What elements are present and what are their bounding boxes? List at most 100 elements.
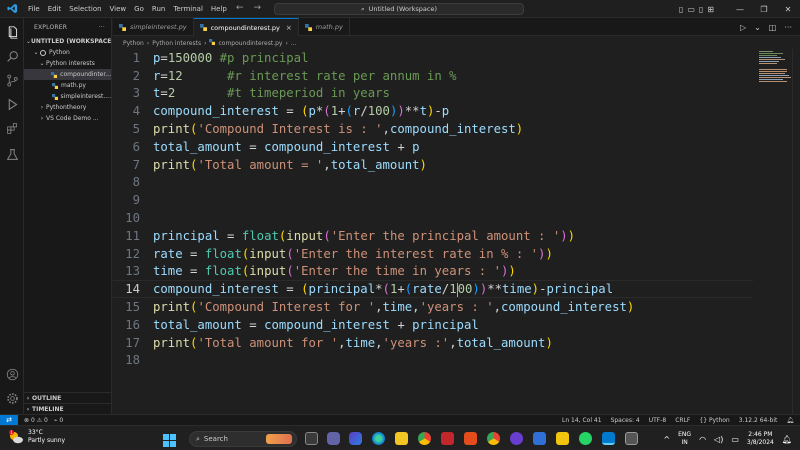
code-editor[interactable]: 1 p=150000 #p principal 2 r=12 #r interest …: [113, 49, 800, 414]
search-icon[interactable]: [4, 48, 20, 64]
cursor-position[interactable]: Ln 14, Col 41: [562, 417, 602, 424]
editor-tab[interactable]: math.py: [299, 18, 350, 36]
code-line[interactable]: 5 print('Compound Interest is : ',compoun…: [113, 120, 753, 138]
calculator-app-icon[interactable]: [533, 432, 546, 445]
maximize-button[interactable]: ❐: [752, 5, 776, 14]
forward-arrow-icon[interactable]: →: [254, 3, 262, 13]
tree-file[interactable]: simpleinterest....: [24, 91, 111, 102]
account-icon[interactable]: [4, 366, 20, 382]
close-icon[interactable]: ×: [286, 24, 292, 32]
snipping-tool-icon[interactable]: [625, 432, 638, 445]
file-encoding[interactable]: UTF-8: [649, 417, 667, 424]
task-view-icon[interactable]: [305, 432, 318, 445]
toggle-panel-icon[interactable]: ▭: [687, 5, 695, 14]
minimize-button[interactable]: —: [728, 5, 752, 14]
code-line[interactable]: 18: [113, 352, 753, 370]
code-line[interactable]: 3 t=2 #t timeperiod in years: [113, 85, 753, 103]
extensions-icon[interactable]: [4, 120, 20, 136]
teams-chat-icon[interactable]: [327, 432, 340, 445]
code-line[interactable]: 13 time = float(input('Enter the time in …: [113, 263, 753, 281]
timeline-section[interactable]: › TIMELINE: [24, 403, 112, 414]
whatsapp-icon[interactable]: [579, 432, 592, 445]
code-line[interactable]: 2 r=12 #r interest rate per annum in %: [113, 67, 753, 85]
run-python-file-icon[interactable]: ▷: [740, 23, 746, 32]
start-windows-icon[interactable]: [163, 432, 176, 447]
code-line[interactable]: 11 principal = float(input('Enter the pri…: [113, 227, 753, 245]
customize-layout-icon[interactable]: ⊞: [707, 5, 714, 14]
source-control-icon[interactable]: [4, 72, 20, 88]
ports-indicator[interactable]: ⌁ 0: [54, 417, 63, 424]
breadcrumb-item[interactable]: Python: [123, 40, 144, 47]
menu-item-go[interactable]: Go: [130, 5, 148, 13]
tree-folder[interactable]: › Pythontheory: [24, 102, 111, 113]
notification-app-icon[interactable]: [510, 432, 523, 445]
toggle-secondary-sidebar-icon[interactable]: ▯: [699, 5, 703, 14]
code-line[interactable]: 9: [113, 191, 753, 209]
minimap[interactable]: [756, 49, 792, 109]
explorer-icon[interactable]: [4, 24, 20, 40]
chrome-profile-icon[interactable]: [487, 432, 500, 445]
tray-chevron-up-icon[interactable]: ^: [663, 435, 670, 444]
remote-indicator-icon[interactable]: ⇄: [0, 414, 18, 426]
split-editor-icon[interactable]: ◫: [769, 23, 777, 32]
code-line[interactable]: 16 total_amount = compound_interest + pri…: [113, 316, 753, 334]
more-actions-icon[interactable]: ···: [784, 23, 792, 32]
wifi-icon[interactable]: ◠: [699, 435, 706, 444]
tree-folder[interactable]: ⌄ UNTITLED (WORKSPACE): [24, 36, 111, 47]
run-dropdown-icon[interactable]: ⌄: [754, 23, 761, 32]
menu-item-selection[interactable]: Selection: [65, 5, 105, 13]
language-mode[interactable]: {} Python: [699, 417, 729, 424]
code-line[interactable]: 10: [113, 209, 753, 227]
toggle-primary-sidebar-icon[interactable]: ▯: [679, 5, 683, 14]
file-explorer-icon[interactable]: [395, 432, 408, 445]
breadcrumb-item[interactable]: compoundinterest.py: [218, 40, 282, 47]
clock[interactable]: 2:46 PM 3/8/2024: [747, 431, 774, 447]
menu-item-edit[interactable]: Edit: [44, 5, 66, 13]
weather-widget[interactable]: 1 33°C Partly sunny: [8, 429, 65, 445]
tree-folder[interactable]: ⌄ Python: [24, 47, 111, 58]
code-line[interactable]: 15 print('Compound Interest for ',time,'y…: [113, 298, 753, 316]
testing-flask-icon[interactable]: [4, 146, 20, 162]
menu-item-file[interactable]: File: [24, 5, 44, 13]
run-debug-icon[interactable]: [4, 96, 20, 112]
tree-folder[interactable]: › VS Code Demo ...: [24, 113, 111, 124]
close-window-button[interactable]: ✕: [776, 5, 800, 14]
explorer-more-icon[interactable]: ···: [99, 24, 105, 31]
menu-item-terminal[interactable]: Terminal: [169, 5, 207, 13]
outline-section[interactable]: › OUTLINE: [24, 392, 112, 403]
code-line[interactable]: 6 total_amount = compound_interest + p: [113, 138, 753, 156]
code-line[interactable]: 4 compound_interest = (p*(1+(r/100))**t)-…: [113, 102, 753, 120]
python-interpreter[interactable]: 3.12.2 64-bit: [739, 417, 778, 424]
end-of-line[interactable]: CRLF: [675, 417, 690, 424]
editor-tab[interactable]: compoundinterest.py ×: [193, 18, 299, 36]
notification-center-icon[interactable]: 🔔︎: [782, 435, 792, 444]
editor-scrollbar[interactable]: [792, 49, 800, 414]
editor-tab[interactable]: simpleinterest.py: [113, 18, 194, 36]
taskbar-search[interactable]: ⌕ Search: [189, 431, 297, 447]
tree-folder[interactable]: ⌄ Python interests: [24, 58, 111, 69]
tree-file[interactable]: compoundinter...: [24, 69, 111, 80]
mcafee-icon[interactable]: [441, 432, 454, 445]
menu-item-help[interactable]: Help: [207, 5, 231, 13]
notifications-bell-icon[interactable]: 🔔︎: [786, 417, 794, 424]
code-line[interactable]: 12 rate = float(input('Enter the interest…: [113, 245, 753, 263]
copilot-icon[interactable]: [349, 432, 362, 445]
back-arrow-icon[interactable]: ←: [236, 3, 244, 13]
code-line[interactable]: 1 p=150000 #p principal: [113, 49, 753, 67]
code-line[interactable]: 8: [113, 174, 753, 192]
office-icon[interactable]: [464, 432, 477, 445]
command-center-search[interactable]: ⌕ Untitled (Workspace): [274, 3, 524, 15]
gear-icon[interactable]: [4, 390, 20, 406]
sticky-notes-icon[interactable]: [556, 432, 569, 445]
volume-icon[interactable]: ◁): [714, 435, 723, 444]
problems-indicator[interactable]: ⊗ 0 ⚠ 0: [24, 417, 48, 424]
menu-item-view[interactable]: View: [106, 5, 131, 13]
breadcrumb-item[interactable]: ...: [291, 40, 297, 47]
chrome-icon[interactable]: [418, 432, 431, 445]
menu-item-run[interactable]: Run: [148, 5, 169, 13]
indentation[interactable]: Spaces: 4: [611, 417, 640, 424]
breadcrumb-item[interactable]: Python interests: [152, 40, 201, 47]
code-line[interactable]: 14 compound_interest = (principal*(1+(rat…: [113, 280, 753, 299]
vscode-taskbar-icon[interactable]: [602, 432, 615, 445]
battery-icon[interactable]: ▭: [731, 435, 739, 444]
